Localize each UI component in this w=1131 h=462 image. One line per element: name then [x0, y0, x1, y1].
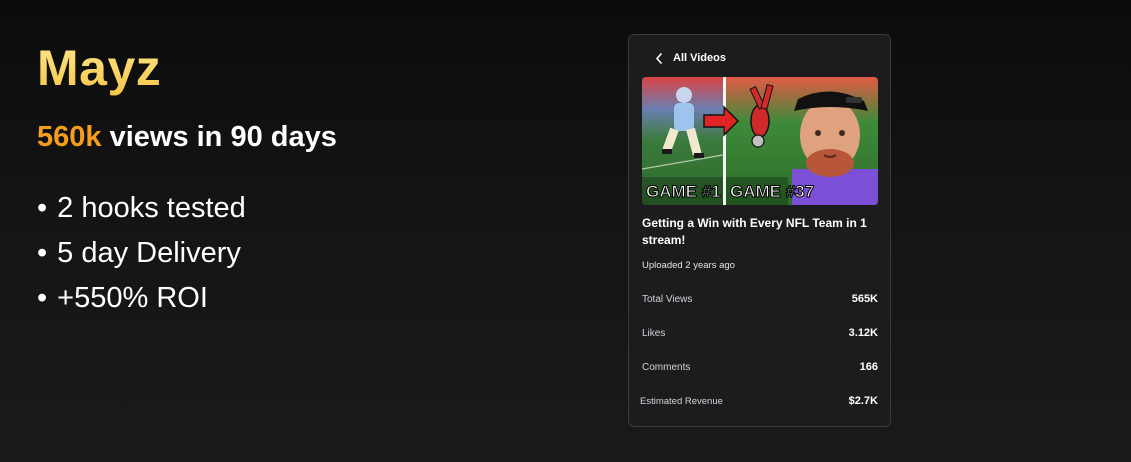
stat-value: 166 [859, 361, 878, 373]
back-label[interactable]: All Videos [673, 52, 726, 64]
upload-date: Uploaded 2 years ago [642, 260, 735, 271]
stat-value: 3.12K [848, 327, 878, 339]
stat-row-total-views: Total Views 565K [642, 293, 878, 305]
stat-value: $2.7K [848, 395, 878, 407]
thumb-caption-right: GAME #37 [730, 182, 814, 201]
views-period: views in 90 days [101, 121, 337, 153]
stat-label: Estimated Revenue [640, 395, 723, 407]
stat-row-comments: Comments 166 [642, 361, 878, 373]
chevron-left-icon[interactable] [655, 52, 663, 64]
video-title[interactable]: Getting a Win with Every NFL Team in 1 s… [642, 215, 877, 249]
stat-label: Total Views [642, 293, 693, 305]
bullet-icon: • [37, 237, 48, 269]
list-item: • 2 hooks tested [37, 192, 246, 224]
list-item: • 5 day Delivery [37, 237, 241, 269]
list-item: • +550% ROI [37, 282, 208, 314]
views-summary: 560k views in 90 days [37, 120, 337, 154]
video-stats-card: All Videos GAME #1 GAME #37 Getting a Wi… [628, 34, 891, 427]
stat-label: Comments [642, 361, 691, 373]
bullet-icon: • [37, 192, 48, 224]
thumb-caption-left: GAME #1 [646, 182, 721, 201]
stat-value: 565K [851, 293, 878, 305]
stat-label: Likes [642, 327, 666, 339]
player-helmet [676, 87, 692, 103]
stat-row-likes: Likes 3.12K [642, 327, 878, 339]
back-to-all-videos[interactable]: All Videos [655, 52, 726, 64]
results-list: • 2 hooks tested • 5 day Delivery • +550% R… [37, 186, 246, 321]
views-count: 560k [37, 121, 102, 153]
creator-name: Mayz [37, 40, 162, 96]
video-thumbnail[interactable]: GAME #1 GAME #37 [642, 77, 878, 205]
bullet-icon: • [37, 282, 48, 314]
stat-row-estimated-revenue: Estimated Revenue $2.7K [640, 395, 878, 407]
